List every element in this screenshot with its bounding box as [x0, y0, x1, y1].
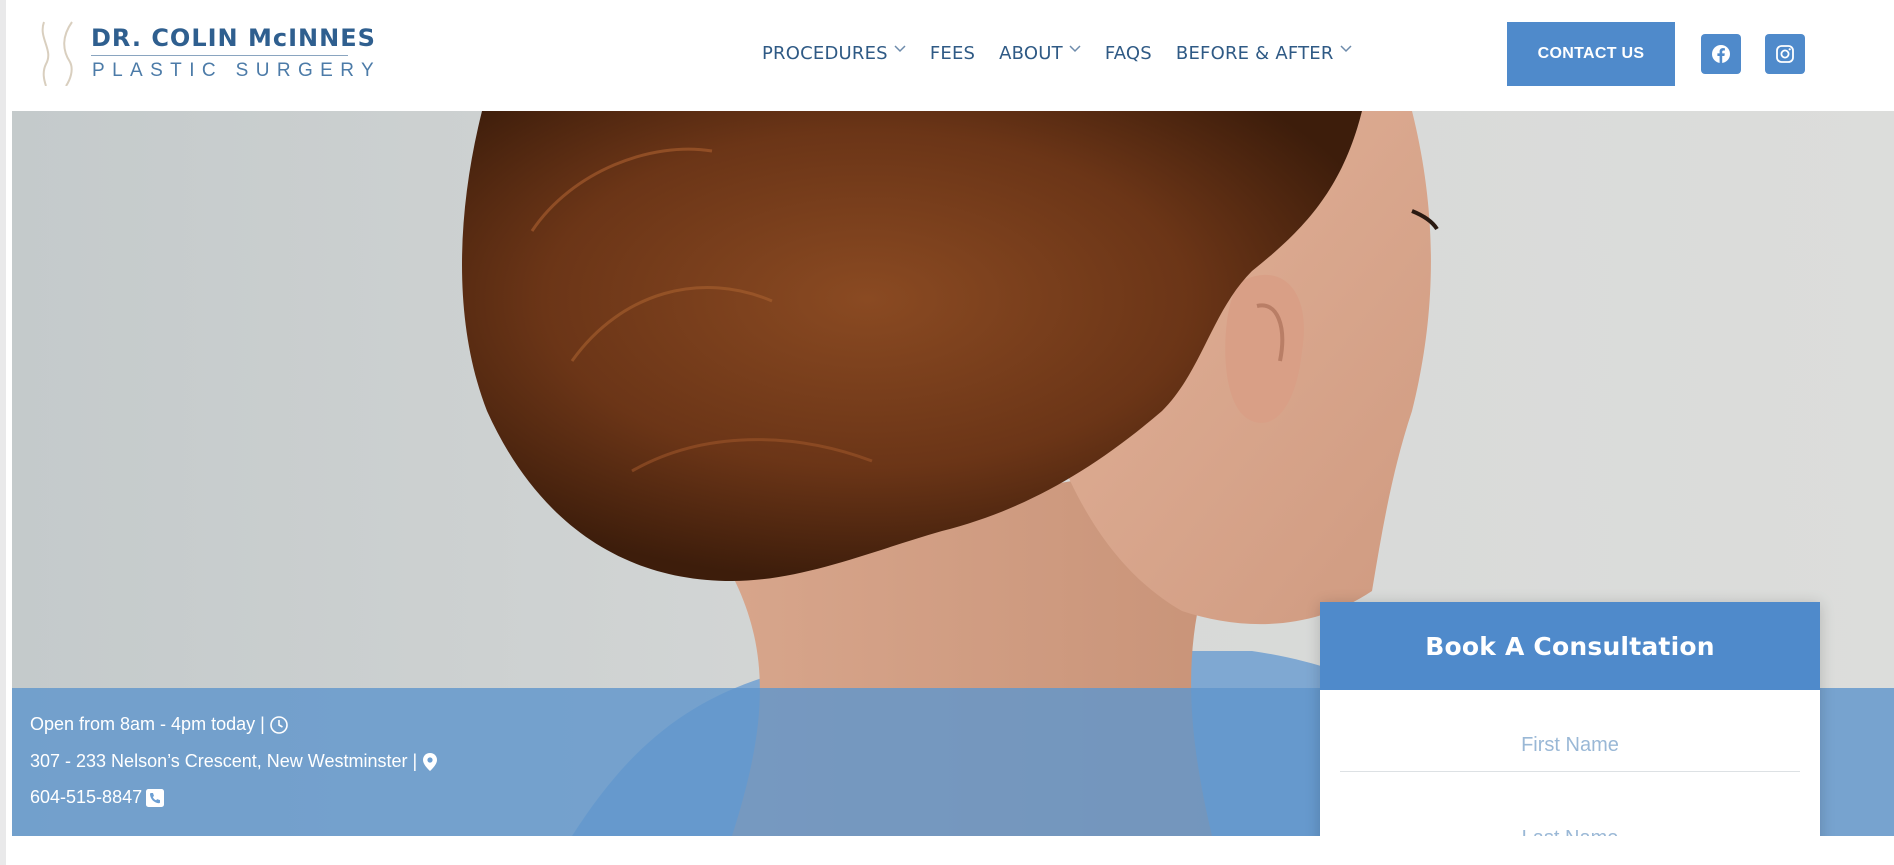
consultation-title: Book A Consultation: [1425, 631, 1715, 661]
page-bottom-strip: [12, 836, 1894, 865]
nav-item-procedures[interactable]: PROCEDURES: [762, 43, 906, 64]
nav-item-fees[interactable]: FEES: [930, 43, 975, 64]
main-nav: PROCEDURES FEES ABOUT FAQS BEFORE & AFTE…: [762, 38, 1376, 68]
phone-icon: [146, 788, 165, 807]
logo-subtitle: PLASTIC SURGERY: [92, 60, 382, 81]
nav-item-label: FAQS: [1104, 42, 1152, 64]
site-header: DR. COLIN McINNES PLASTIC SURGERY PROCED…: [12, 0, 1894, 111]
nav-item-label: FEES: [929, 42, 976, 64]
chevron-down-icon: [894, 45, 906, 53]
nav-item-before-after[interactable]: BEFORE & AFTER: [1176, 43, 1352, 64]
instagram-link[interactable]: [1765, 34, 1805, 74]
first-name-field[interactable]: [1340, 720, 1800, 772]
nav-item-label: PROCEDURES: [762, 42, 888, 64]
instagram-icon: [1776, 45, 1794, 63]
page: DR. COLIN McINNES PLASTIC SURGERY PROCED…: [0, 0, 1894, 865]
facebook-icon: [1712, 45, 1730, 63]
consultation-header: Book A Consultation: [1320, 602, 1820, 690]
chevron-down-icon: [1340, 45, 1352, 53]
nav-item-faqs[interactable]: FAQS: [1105, 43, 1152, 64]
nav-item-label: ABOUT: [999, 42, 1063, 64]
clinic-phone[interactable]: 604-515-8847: [30, 787, 165, 808]
contact-us-button[interactable]: CONTACT US: [1507, 22, 1675, 86]
facebook-link[interactable]: [1701, 34, 1741, 74]
logo-mark-icon: [41, 21, 73, 86]
nav-item-label: BEFORE & AFTER: [1175, 42, 1334, 64]
map-pin-icon: [423, 752, 438, 771]
consultation-form: Book A Consultation: [1320, 602, 1820, 865]
clinic-address[interactable]: 307 - 233 Nelson’s Crescent, New Westmin…: [30, 751, 439, 772]
nav-item-about[interactable]: ABOUT: [999, 43, 1081, 64]
site-logo[interactable]: DR. COLIN McINNES PLASTIC SURGERY: [36, 20, 375, 88]
clock-icon: [269, 715, 288, 734]
logo-divider: [91, 55, 348, 56]
opening-hours-text: Open from 8am - 4pm today |: [30, 714, 265, 734]
clinic-phone-text: 604-515-8847: [30, 787, 143, 807]
clinic-address-text: 307 - 233 Nelson’s Crescent, New Westmin…: [30, 751, 418, 771]
logo-name: DR. COLIN McINNES: [91, 24, 376, 52]
opening-hours: Open from 8am - 4pm today |: [30, 714, 289, 735]
chevron-down-icon: [1069, 45, 1081, 53]
